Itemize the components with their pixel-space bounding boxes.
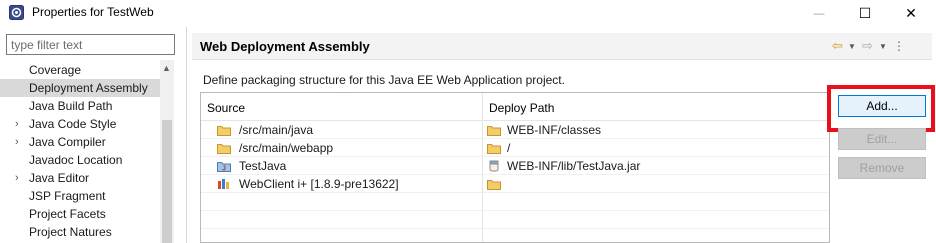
source-cell: /src/main/webapp bbox=[207, 140, 333, 156]
table-row[interactable]: WebClient i+ [1.8.9-pre13622] bbox=[201, 175, 829, 193]
tree-item-label: Java Code Style bbox=[29, 117, 117, 131]
maximize-icon: ☐ bbox=[858, 5, 872, 21]
minimize-icon: — bbox=[813, 7, 825, 20]
library-icon bbox=[218, 179, 229, 189]
tree-item-project-facets[interactable]: Project Facets bbox=[0, 205, 160, 223]
deploy-path: WEB-INF/classes bbox=[507, 123, 602, 137]
table-row[interactable]: J TestJava WEB-INF/lib/TestJava.jar bbox=[201, 157, 829, 175]
tree-item-coverage[interactable]: Coverage bbox=[0, 61, 160, 79]
column-header-deploy-path[interactable]: Deploy Path bbox=[489, 101, 554, 115]
remove-button[interactable]: Remove bbox=[838, 157, 926, 179]
table-row-empty bbox=[201, 211, 829, 229]
java-project-icon: J bbox=[217, 162, 231, 173]
scroll-up-icon[interactable]: ▲ bbox=[162, 63, 171, 73]
folder-icon bbox=[487, 144, 501, 154]
close-button[interactable]: ✕ bbox=[888, 0, 934, 27]
tree-item-label: Project Facets bbox=[29, 207, 106, 221]
table-row[interactable]: /src/main/java WEB-INF/classes bbox=[201, 121, 829, 139]
tree-item-label: Javadoc Location bbox=[29, 153, 123, 167]
page-title: Web Deployment Assembly bbox=[200, 39, 370, 54]
tree-item-project-natures[interactable]: Project Natures bbox=[0, 223, 160, 241]
expand-arrow-icon[interactable]: › bbox=[15, 115, 19, 133]
source-path: /src/main/java bbox=[239, 123, 314, 137]
tree-item-javadoc-location[interactable]: Javadoc Location bbox=[0, 151, 160, 169]
source-cell: /src/main/java bbox=[207, 122, 313, 138]
expand-arrow-icon[interactable]: › bbox=[15, 133, 19, 151]
filter-input[interactable] bbox=[6, 34, 175, 55]
table-row-empty bbox=[201, 193, 829, 211]
title-bar: Properties for TestWeb — ☐ ✕ bbox=[0, 0, 936, 27]
tree-item-label: Project Natures bbox=[29, 225, 112, 239]
properties-app-icon bbox=[9, 5, 24, 20]
tree-item-java-code-style[interactable]: › Java Code Style bbox=[0, 115, 160, 133]
forward-arrow-icon[interactable]: ⇨ bbox=[862, 37, 873, 55]
folder-icon bbox=[487, 180, 501, 190]
deploy-cell: WEB-INF/lib/TestJava.jar bbox=[487, 158, 640, 174]
add-button[interactable]: Add... bbox=[838, 95, 926, 117]
source-cell: J TestJava bbox=[207, 158, 286, 174]
view-menu-icon[interactable]: ⋮ bbox=[893, 37, 905, 55]
tree-item-deployment-assembly[interactable]: Deployment Assembly bbox=[0, 79, 160, 97]
table-row[interactable]: /src/main/webapp / bbox=[201, 139, 829, 157]
svg-text:J: J bbox=[222, 166, 226, 173]
minimize-button[interactable]: — bbox=[796, 0, 842, 27]
sort-caret-icon: ⌃ bbox=[339, 92, 348, 101]
edit-button[interactable]: Edit... bbox=[838, 128, 926, 150]
assembly-table[interactable]: ⌃ Source Deploy Path /src/main/java WEB-… bbox=[200, 92, 830, 243]
page-description: Define packaging structure for this Java… bbox=[203, 73, 565, 87]
deploy-path: / bbox=[507, 141, 511, 155]
folder-icon bbox=[217, 144, 231, 154]
tree-item-jsp-fragment[interactable]: JSP Fragment bbox=[0, 187, 160, 205]
back-arrow-icon[interactable]: ⇦ bbox=[832, 37, 843, 55]
back-dropdown-icon[interactable]: ▼ bbox=[848, 37, 856, 55]
source-path: /src/main/webapp bbox=[239, 141, 334, 155]
pane-divider[interactable] bbox=[186, 27, 187, 243]
jar-icon bbox=[489, 160, 499, 172]
folder-icon bbox=[217, 126, 231, 136]
scrollbar-thumb[interactable] bbox=[162, 120, 172, 243]
column-header-source[interactable]: Source bbox=[207, 101, 245, 115]
page-header: Web Deployment Assembly ⇦ ▼ ⇨ ▼ ⋮ bbox=[192, 33, 932, 60]
tree-item-label: JSP Fragment bbox=[29, 189, 106, 203]
source-path: TestJava bbox=[239, 159, 287, 173]
forward-dropdown-icon[interactable]: ▼ bbox=[879, 37, 887, 55]
deploy-cell: WEB-INF/classes bbox=[487, 122, 601, 138]
tree-item-label: Deployment Assembly bbox=[29, 81, 148, 95]
source-cell: WebClient i+ [1.8.9-pre13622] bbox=[207, 176, 399, 192]
expand-arrow-icon[interactable]: › bbox=[15, 169, 19, 187]
tree-item-label: Java Build Path bbox=[29, 99, 113, 113]
tree-item-label: Java Compiler bbox=[29, 135, 106, 149]
folder-icon bbox=[487, 126, 501, 136]
tree-item-java-build-path[interactable]: Java Build Path bbox=[0, 97, 160, 115]
deploy-path: WEB-INF/lib/TestJava.jar bbox=[507, 159, 641, 173]
maximize-button[interactable]: ☐ bbox=[842, 0, 888, 27]
tree-item-java-compiler[interactable]: › Java Compiler bbox=[0, 133, 160, 151]
tree-scrollbar[interactable]: ▲ bbox=[160, 60, 174, 243]
deploy-cell: / bbox=[487, 140, 510, 156]
close-icon: ✕ bbox=[905, 5, 917, 21]
source-path: WebClient i+ [1.8.9-pre13622] bbox=[239, 177, 399, 191]
table-header: ⌃ Source Deploy Path bbox=[201, 92, 829, 121]
deploy-cell bbox=[487, 176, 507, 192]
tree-item-label: Java Editor bbox=[29, 171, 90, 185]
tree-item-java-editor[interactable]: › Java Editor bbox=[0, 169, 160, 187]
tree-item-label: Coverage bbox=[29, 63, 82, 77]
property-pages-tree: Coverage Deployment Assembly Java Build … bbox=[0, 61, 160, 241]
window-title: Properties for TestWeb bbox=[32, 5, 154, 19]
